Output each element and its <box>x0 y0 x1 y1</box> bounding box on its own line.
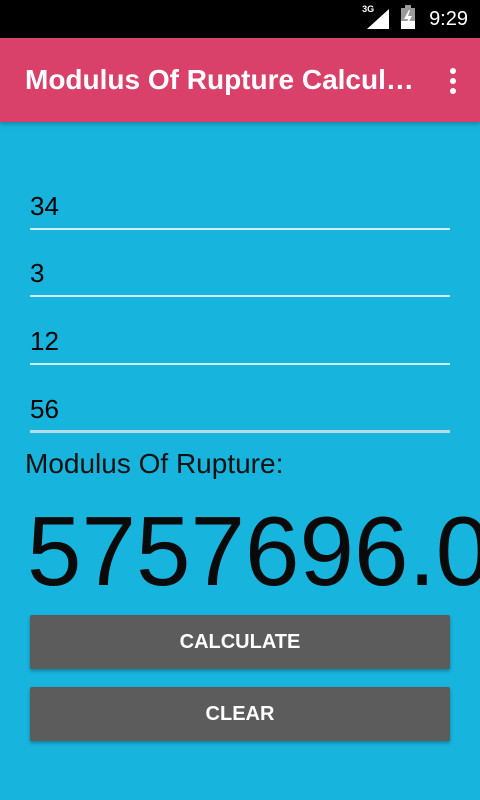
input-field-4-underline <box>30 430 450 433</box>
battery-charging-icon <box>401 4 416 34</box>
input-field-3[interactable]: 12 <box>30 321 450 365</box>
status-icons: 3G 9:29 <box>362 0 468 38</box>
signal-icon: 3G <box>362 4 391 30</box>
status-time: 9:29 <box>429 7 468 30</box>
result-value: 5757696.0 <box>27 496 480 606</box>
input-field-1-value: 34 <box>30 191 59 221</box>
input-field-2-underline <box>30 295 450 297</box>
input-field-2[interactable]: 3 <box>30 253 450 297</box>
input-field-3-underline <box>30 363 450 365</box>
input-field-3-value: 12 <box>30 326 59 356</box>
input-field-4[interactable]: 56 <box>30 389 450 433</box>
overflow-menu-icon[interactable] <box>446 68 460 94</box>
input-field-1[interactable]: 34 <box>30 186 450 230</box>
result-label: Modulus Of Rupture: <box>25 448 284 479</box>
app-title: Modulus Of Rupture Calcul… <box>25 64 414 95</box>
input-field-4-value: 56 <box>30 394 59 424</box>
calculate-button[interactable]: CALCULATE <box>30 615 450 669</box>
status-bar: 3G 9:29 <box>0 0 480 38</box>
app-bar: Modulus Of Rupture Calcul… <box>0 38 480 122</box>
clear-button[interactable]: CLEAR <box>30 687 450 741</box>
input-field-1-underline <box>30 228 450 230</box>
network-type-label: 3G <box>362 4 375 14</box>
input-field-2-value: 3 <box>30 258 45 288</box>
